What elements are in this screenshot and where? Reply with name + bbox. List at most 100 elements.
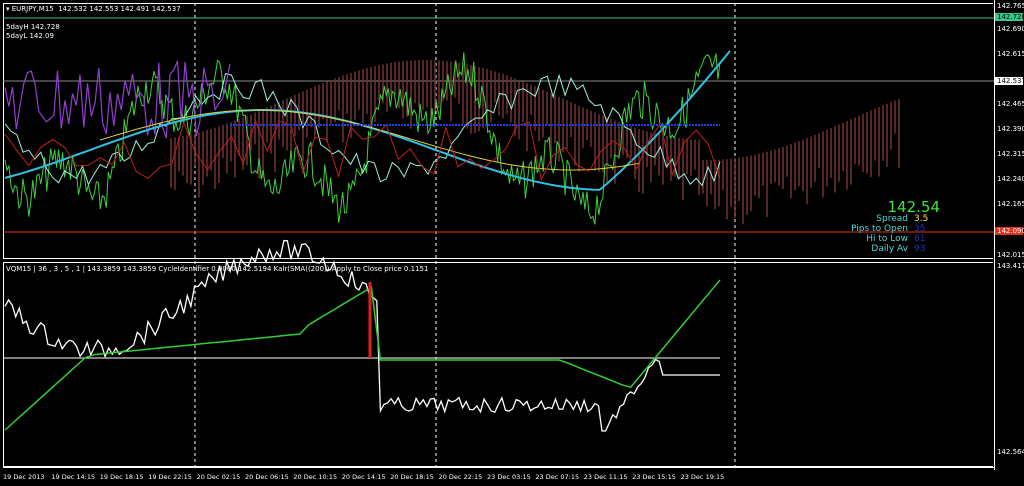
ichimoku-cloud: [846, 120, 848, 190]
time-label: 23 Dec 15:15: [632, 473, 676, 481]
ichimoku-cloud: [218, 126, 220, 183]
time-label: 20 Dec 22:15: [438, 473, 483, 481]
ichimoku-cloud: [458, 62, 460, 104]
ichimoku-cloud: [702, 159, 704, 194]
price-label: 142.690: [997, 25, 1024, 33]
ichimoku-cloud: [418, 60, 420, 108]
ichimoku-cloud: [770, 150, 772, 184]
info-label: Spread: [876, 214, 908, 224]
ichimoku-cloud: [294, 95, 296, 137]
info-label: Hi to Low: [866, 234, 908, 244]
ichimoku-cloud: [530, 84, 532, 115]
ichimoku-cloud: [366, 68, 368, 115]
ichimoku-cloud: [510, 76, 512, 123]
ichimoku-cloud: [710, 159, 712, 195]
ichimoku-cloud: [742, 156, 744, 225]
time-label: 19 Dec 14:15: [51, 473, 96, 481]
price-label: 142.615: [997, 50, 1024, 58]
ichimoku-cloud: [658, 134, 660, 176]
ichimoku-cloud: [870, 110, 872, 178]
ichimoku-cloud: [698, 139, 700, 195]
ichimoku-cloud: [282, 100, 284, 148]
ichimoku-cloud: [370, 67, 372, 128]
ichimoku-cloud: [898, 98, 900, 168]
ichimoku-cloud: [482, 67, 484, 128]
ichimoku-cloud: [826, 129, 828, 187]
ichimoku-cloud: [338, 76, 340, 111]
info-label: Daily Av: [871, 244, 908, 254]
purple-line: [4, 60, 231, 139]
ichimoku-cloud: [542, 89, 544, 138]
ichimoku-cloud: [778, 148, 780, 186]
ichimoku-cloud: [222, 124, 224, 159]
ichimoku-cloud: [786, 145, 788, 177]
sub-axis-bottom: 142.5647: [997, 448, 1024, 456]
ichimoku-cloud: [526, 83, 528, 152]
ichimoku-cloud: [554, 94, 556, 144]
chart-title: ▾ EURJPY,M15 142.532 142.553 142.491 142…: [6, 5, 181, 13]
ichimoku-cloud: [762, 152, 764, 186]
indicator-header: VQM15 | 36 , 3 , 5 , 1 | 143.3859 143.38…: [6, 265, 429, 273]
ichimoku-cloud: [802, 139, 804, 192]
price-label: 142.015: [997, 251, 1024, 259]
ichimoku-cloud: [686, 138, 688, 175]
ichimoku-cloud: [750, 155, 752, 212]
ichimoku-cloud: [822, 131, 824, 198]
ichimoku-cloud: [574, 103, 576, 166]
ichimoku-cloud: [886, 103, 888, 167]
ichimoku-cloud: [186, 135, 188, 183]
five-day-low: 5dayL 142.09: [6, 32, 54, 40]
ichimoku-cloud: [422, 60, 424, 110]
ichimoku-cloud: [590, 110, 592, 147]
ichimoku-cloud: [326, 81, 328, 143]
ichimoku-cloud: [890, 102, 892, 150]
ichimoku-cloud: [758, 153, 760, 199]
ichimoku-cloud: [858, 115, 860, 166]
ichimoku-cloud: [490, 70, 492, 123]
current-price-tag: 142.537: [995, 77, 1024, 85]
time-label: 19 Dec 22:15: [148, 473, 192, 481]
ichimoku-cloud: [522, 81, 524, 123]
ichimoku-cloud: [198, 132, 200, 198]
ichimoku-cloud: [894, 100, 896, 134]
ichimoku-cloud: [866, 112, 868, 174]
ichimoku-cloud: [646, 131, 648, 168]
ichimoku-cloud: [502, 74, 504, 119]
ichimoku-cloud: [694, 139, 696, 170]
ichimoku-cloud: [390, 62, 392, 97]
ichimoku-cloud: [410, 60, 412, 129]
info-value: 61: [914, 234, 926, 244]
ichimoku-cloud: [834, 126, 836, 193]
info-label: Pips to Open: [851, 224, 908, 234]
ichimoku-cloud: [582, 107, 584, 148]
ichimoku-cloud: [362, 69, 364, 124]
time-label: 19 Dec 18:15: [99, 473, 144, 481]
price-label: 142.165: [997, 200, 1024, 208]
ichimoku-cloud: [730, 158, 732, 207]
ichimoku-cloud: [230, 122, 232, 162]
info-row: Daily Av 93: [871, 244, 940, 254]
ichimoku-cloud: [754, 154, 756, 196]
ichimoku-cloud: [774, 149, 776, 183]
chart-drawing: [3, 3, 994, 467]
ichimoku-cloud: [310, 88, 312, 128]
info-row: Pips to Open 35: [851, 224, 940, 234]
ichimoku-cloud: [874, 108, 876, 161]
ichimoku-cloud: [642, 130, 644, 194]
ichimoku-cloud: [334, 78, 336, 123]
low-price-tag: 142.090: [995, 227, 1024, 235]
time-label: 20 Dec 02:15: [196, 473, 241, 481]
ichimoku-cloud: [254, 112, 256, 145]
ichimoku-cloud: [394, 62, 396, 95]
ichimoku-cloud: [806, 138, 808, 205]
ichimoku-cloud: [342, 75, 344, 143]
time-label: 23 Dec 07:15: [535, 473, 580, 481]
ichimoku-cloud: [182, 135, 184, 176]
ichimoku-cloud: [598, 114, 600, 173]
ichimoku-cloud: [662, 135, 664, 185]
info-value: 93: [914, 244, 926, 254]
ichimoku-cloud: [830, 128, 832, 179]
ichimoku-cloud: [546, 91, 548, 125]
ichimoku-cloud: [862, 113, 864, 173]
ichimoku-cloud: [414, 60, 416, 104]
